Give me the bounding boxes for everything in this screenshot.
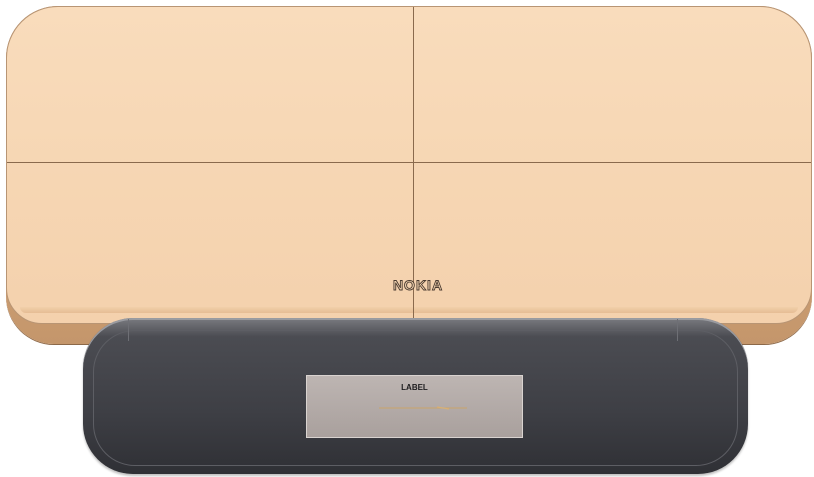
dock-seam-left bbox=[128, 319, 129, 341]
brand-logo: NOKIA bbox=[392, 277, 444, 294]
horizontal-center-line bbox=[7, 162, 811, 163]
product-render: NOKIA LABEL bbox=[0, 0, 814, 477]
dock-seam-right bbox=[677, 319, 678, 341]
label-mark-icon bbox=[379, 406, 467, 410]
housing-lower-edge bbox=[20, 307, 798, 313]
label-plate: LABEL bbox=[306, 375, 523, 438]
label-text: LABEL bbox=[401, 383, 428, 392]
